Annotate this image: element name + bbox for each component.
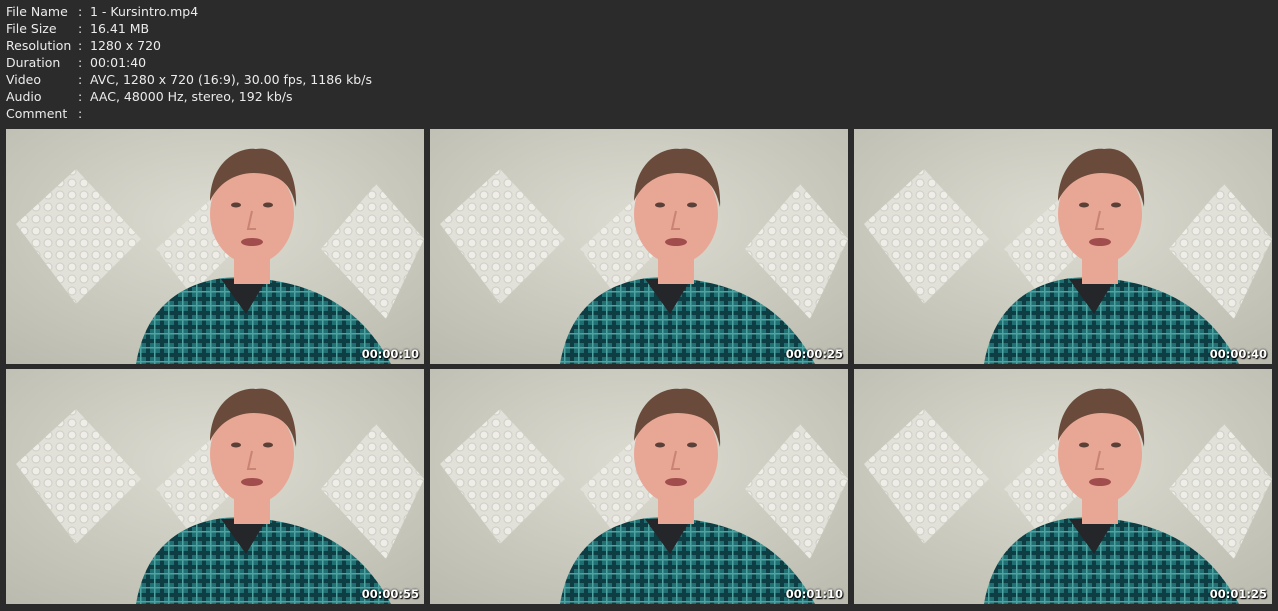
info-value: 16.41 MB [90, 21, 150, 36]
video-frame-illustration [6, 369, 424, 604]
info-row-file-name: File Name : 1 - Kursintro.mp4 [6, 3, 372, 20]
info-separator: : [78, 55, 83, 70]
info-separator: : [78, 72, 83, 87]
video-frame-illustration [854, 369, 1272, 604]
info-value: AAC, 48000 Hz, stereo, 192 kb/s [90, 89, 293, 104]
info-separator: : [78, 4, 83, 19]
thumbnail-timestamp: 00:00:55 [361, 587, 419, 601]
thumbnail-grid: 00:00:10 00:00:25 00:00:40 00:00:55 00:0… [6, 129, 1272, 604]
video-thumbnail[interactable]: 00:01:25 [854, 369, 1272, 604]
info-row-audio: Audio : AAC, 48000 Hz, stereo, 192 kb/s [6, 88, 372, 105]
info-value: AVC, 1280 x 720 (16:9), 30.00 fps, 1186 … [90, 72, 372, 87]
info-separator: : [78, 21, 83, 36]
video-thumbnail[interactable]: 00:00:25 [430, 129, 848, 364]
video-frame-illustration [854, 129, 1272, 364]
info-row-file-size: File Size : 16.41 MB [6, 20, 372, 37]
video-thumbnail[interactable]: 00:00:10 [6, 129, 424, 364]
info-label: Audio [6, 89, 42, 104]
thumbnail-timestamp: 00:00:10 [361, 347, 419, 361]
media-info-panel: File Name : 1 - Kursintro.mp4 File Size … [6, 3, 372, 122]
video-frame-illustration [6, 129, 424, 364]
info-row-comment: Comment : [6, 105, 372, 122]
info-label: Comment [6, 106, 68, 121]
video-thumbnail[interactable]: 00:00:40 [854, 129, 1272, 364]
info-value: 1280 x 720 [90, 38, 162, 53]
info-row-video: Video : AVC, 1280 x 720 (16:9), 30.00 fp… [6, 71, 372, 88]
thumbnail-timestamp: 00:00:40 [1209, 347, 1267, 361]
info-separator: : [78, 106, 83, 121]
info-row-duration: Duration : 00:01:40 [6, 54, 372, 71]
info-separator: : [78, 89, 83, 104]
info-separator: : [78, 38, 83, 53]
info-value: 1 - Kursintro.mp4 [90, 4, 199, 19]
video-thumbnail[interactable]: 00:01:10 [430, 369, 848, 604]
video-thumbnail[interactable]: 00:00:55 [6, 369, 424, 604]
info-label: File Size [6, 21, 57, 36]
info-label: File Name [6, 4, 68, 19]
thumbnail-timestamp: 00:01:10 [785, 587, 843, 601]
thumbnail-timestamp: 00:00:25 [785, 347, 843, 361]
info-label: Resolution [6, 38, 72, 53]
info-row-resolution: Resolution : 1280 x 720 [6, 37, 372, 54]
video-frame-illustration [430, 129, 848, 364]
info-value: 00:01:40 [90, 55, 147, 70]
thumbnail-timestamp: 00:01:25 [1209, 587, 1267, 601]
info-label: Duration [6, 55, 61, 70]
info-label: Video [6, 72, 42, 87]
video-frame-illustration [430, 369, 848, 604]
